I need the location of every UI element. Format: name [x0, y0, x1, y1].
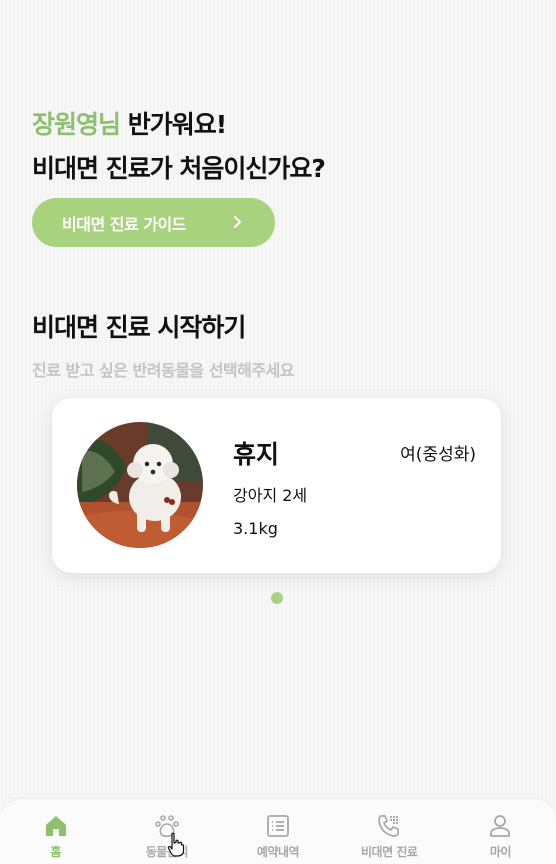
phone-dialpad-icon	[378, 815, 400, 837]
pet-photo	[77, 422, 203, 548]
section-subtitle: 진료 받고 싶은 반려동물을 선택해주세요	[32, 361, 295, 380]
tab-telemedicine[interactable]: 비대면 진료	[334, 799, 445, 864]
greeting-question: 비대면 진료가 처음이신가요?	[32, 154, 326, 183]
guide-button-label: 비대면 진료 가이드	[62, 214, 186, 234]
welcome-text: 반가워요!	[120, 110, 227, 139]
tab-label: 홈	[50, 845, 61, 859]
pet-weight: 3.1kg	[233, 519, 278, 538]
hand-cursor-icon	[167, 832, 185, 857]
greeting: 장원영님 반가워요! 비대면 진료가 처음이신가요?	[32, 103, 326, 191]
tab-reservations[interactable]: 예약내역	[222, 799, 333, 864]
pet-photo-image	[77, 422, 203, 548]
section-title: 비대면 진료 시작하기	[32, 313, 246, 342]
tab-home[interactable]: 홈	[0, 799, 111, 864]
tab-my[interactable]: 마이	[445, 799, 556, 864]
tab-label: 마이	[489, 845, 512, 859]
pet-name: 휴지	[233, 440, 280, 469]
bottom-tab-bar: 홈 동물관리 예약내역 비대면 진료 마이	[0, 798, 556, 864]
pet-sex: 여(중성화)	[400, 445, 476, 465]
user-name: 장원영님	[32, 110, 121, 139]
person-icon	[490, 815, 511, 837]
tab-label: 예약내역	[256, 845, 300, 859]
guide-button[interactable]: 비대면 진료 가이드	[32, 198, 275, 247]
chevron-right-icon	[234, 216, 241, 228]
greeting-line-1: 장원영님 반가워요!	[32, 103, 325, 147]
pet-species-age: 강아지 2세	[233, 486, 308, 505]
list-icon	[267, 815, 289, 837]
pager-dot-active	[271, 592, 283, 604]
home-icon	[45, 816, 66, 836]
pet-card[interactable]: 휴지 여(중성화) 강아지 2세 3.1kg	[52, 398, 501, 573]
tab-label: 비대면 진료	[361, 845, 418, 859]
